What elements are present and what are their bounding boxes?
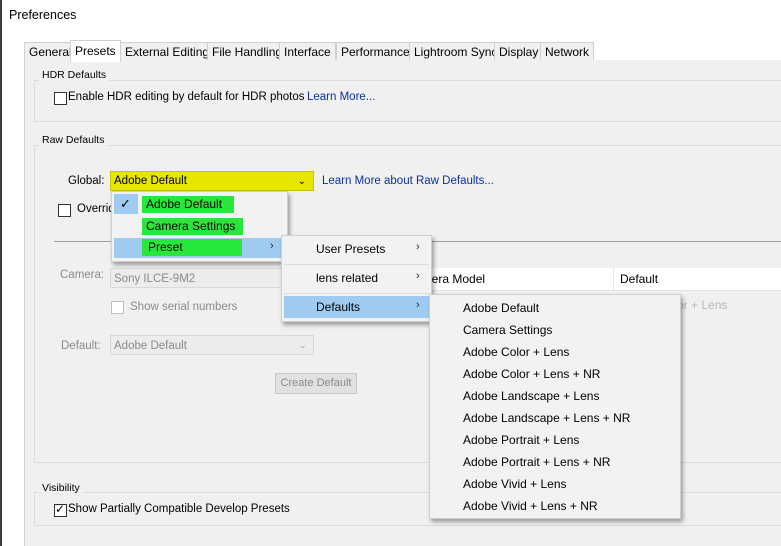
tab-presets[interactable]: Presets xyxy=(70,40,121,62)
window-edge xyxy=(0,0,2,546)
menu-item-defaults[interactable]: Defaults › xyxy=(284,296,429,318)
column-header-camera-model[interactable]: nera Model xyxy=(425,268,485,290)
visibility-checkbox[interactable]: ✓ xyxy=(54,502,67,517)
chevron-right-icon: › xyxy=(416,299,420,311)
tab-external-editing[interactable]: External Editing xyxy=(120,42,215,61)
hdr-learn-more-link[interactable]: Learn More... xyxy=(307,91,375,103)
menu-item-adobe-color-lens-nr[interactable]: Adobe Color + Lens + NR xyxy=(463,367,600,381)
camera-dropdown-value: Sony ILCE-9M2 xyxy=(114,273,196,285)
chevron-right-icon: › xyxy=(416,241,420,253)
menu-item-user-presets[interactable]: User Presets xyxy=(316,242,385,256)
defaults-submenu: Adobe Default Camera Settings Adobe Colo… xyxy=(429,294,681,519)
visibility-checkbox-label: Show Partially Compatible Develop Preset… xyxy=(68,503,290,515)
chevron-down-icon: ⌄ xyxy=(297,176,306,187)
column-header-default[interactable]: Default xyxy=(620,268,658,290)
tab-display[interactable]: Display xyxy=(494,42,544,61)
checkmark-icon: ✓ xyxy=(120,196,131,211)
tab-performance[interactable]: Performance xyxy=(336,42,415,61)
menu-item-adobe-vivid-lens-nr[interactable]: Adobe Vivid + Lens + NR xyxy=(463,499,598,513)
override-checkbox-label: Overrid xyxy=(77,203,115,215)
tab-lightroom-sync[interactable]: Lightroom Sync xyxy=(409,42,503,61)
global-dropdown-value: Adobe Default xyxy=(114,175,187,187)
default-dropdown[interactable]: Adobe Default ⌄ xyxy=(110,335,314,355)
table-row-partial: or + Lens xyxy=(677,298,728,312)
default-label: Default: xyxy=(61,340,101,352)
raw-defaults-title: Raw Defaults xyxy=(39,134,108,146)
menu-item-adobe-default[interactable]: Adobe Default xyxy=(142,196,234,213)
tab-interface[interactable]: Interface xyxy=(279,42,336,61)
create-default-button[interactable]: Create Default xyxy=(275,373,357,394)
menu-item-adobe-color-lens[interactable]: Adobe Color + Lens xyxy=(463,345,569,359)
hdr-defaults-title: HDR Defaults xyxy=(39,69,110,81)
tab-file-handling[interactable]: File Handling xyxy=(207,42,288,61)
global-dropdown[interactable]: Adobe Default ⌄ xyxy=(110,171,314,191)
menu-item-camera-settings[interactable]: Camera Settings xyxy=(463,323,552,337)
checkmark-icon: ✓ xyxy=(55,502,66,516)
tab-network[interactable]: Network xyxy=(540,42,595,61)
menu-item-preset-label: Preset xyxy=(142,239,242,256)
show-serial-label: Show serial numbers xyxy=(130,301,238,313)
chevron-right-icon: › xyxy=(270,240,274,252)
menu-separator xyxy=(284,264,429,265)
menu-item-adobe-portrait-lens-nr[interactable]: Adobe Portrait + Lens + NR xyxy=(463,455,610,469)
global-label: Global: xyxy=(68,175,105,187)
menu-item-adobe-vivid-lens[interactable]: Adobe Vivid + Lens xyxy=(463,477,567,491)
chevron-right-icon: › xyxy=(416,270,420,282)
menu-separator xyxy=(284,293,429,294)
preset-submenu: User Presets › lens related › Defaults › xyxy=(281,235,432,322)
chevron-down-icon: ⌄ xyxy=(298,340,307,351)
menu-item-adobe-landscape-lens[interactable]: Adobe Landscape + Lens xyxy=(463,389,599,403)
column-separator xyxy=(613,268,614,290)
menu-item-preset[interactable]: Preset › xyxy=(114,238,285,258)
hdr-checkbox[interactable] xyxy=(54,92,67,105)
window-title: Preferences xyxy=(9,8,77,22)
menu-item-adobe-portrait-lens[interactable]: Adobe Portrait + Lens xyxy=(463,433,579,447)
visibility-title: Visibility xyxy=(39,482,83,494)
override-checkbox[interactable] xyxy=(58,204,71,217)
camera-dropdown[interactable]: Sony ILCE-9M2 xyxy=(110,268,282,288)
menu-item-lens-related[interactable]: lens related xyxy=(316,271,378,285)
defaults-table-header: nera Model Default xyxy=(420,268,781,291)
global-dropdown-menu: ✓ Adobe Default Camera Settings Preset › xyxy=(111,191,288,262)
menu-item-camera-settings[interactable]: Camera Settings xyxy=(142,218,243,235)
menu-item-defaults-label: Defaults xyxy=(316,300,361,314)
tab-general[interactable]: General xyxy=(24,42,77,61)
show-serial-checkbox[interactable] xyxy=(111,301,124,314)
default-dropdown-value: Adobe Default xyxy=(114,340,187,352)
camera-label: Camera: xyxy=(60,269,105,281)
menu-item-adobe-default[interactable]: Adobe Default xyxy=(463,301,539,315)
raw-defaults-learn-more-link[interactable]: Learn More about Raw Defaults... xyxy=(322,175,494,187)
menu-item-adobe-landscape-lens-nr[interactable]: Adobe Landscape + Lens + NR xyxy=(463,411,630,425)
hdr-checkbox-label: Enable HDR editing by default for HDR ph… xyxy=(68,91,305,103)
